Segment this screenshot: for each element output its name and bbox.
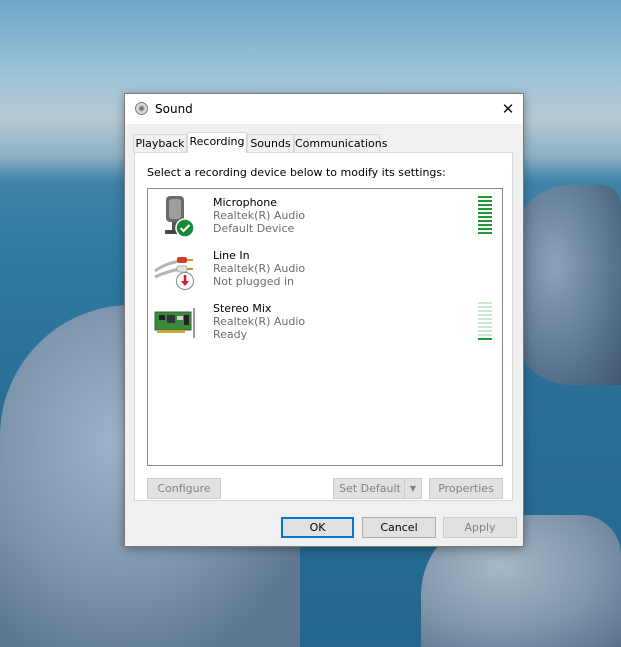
meter-segment	[478, 200, 492, 202]
device-status: Not plugged in	[213, 275, 295, 288]
device-line-in[interactable]: Line In Realtek(R) Audio Not plugged in	[148, 245, 502, 297]
title-bar[interactable]: Sound ✕	[125, 94, 523, 124]
meter-segment	[478, 232, 492, 234]
close-button[interactable]: ✕	[493, 94, 523, 124]
ok-button[interactable]: OK	[281, 517, 354, 538]
device-driver: Realtek(R) Audio	[213, 209, 306, 222]
window-title: Sound	[155, 102, 193, 116]
meter-segment	[478, 318, 492, 320]
tab-communications[interactable]: Communications	[294, 134, 387, 152]
meter-segment	[478, 306, 492, 308]
device-driver: Realtek(R) Audio	[213, 315, 306, 328]
sound-dialog: Sound ✕ Playback Recording Sounds Commun…	[124, 93, 524, 547]
configure-button[interactable]: Configure	[147, 478, 221, 499]
apply-button[interactable]: Apply	[443, 517, 517, 538]
tab-sounds[interactable]: Sounds	[247, 134, 294, 152]
meter-segment	[478, 224, 492, 226]
meter-segment	[478, 314, 492, 316]
meter-segment	[478, 338, 492, 340]
device-name: Line In	[213, 249, 250, 262]
chevron-down-icon[interactable]: ▼	[404, 479, 421, 498]
meter-segment	[478, 196, 492, 198]
meter-segment	[478, 228, 492, 230]
meter-segment	[478, 302, 492, 304]
device-name: Stereo Mix	[213, 302, 272, 315]
tab-recording[interactable]: Recording	[187, 132, 247, 153]
meter-segment	[478, 326, 492, 328]
line-in-cable-icon	[154, 257, 194, 290]
instruction-text: Select a recording device below to modif…	[147, 166, 446, 179]
meter-segment	[478, 204, 492, 206]
sound-card-icon	[154, 308, 195, 338]
meter-segment	[478, 334, 492, 336]
device-list[interactable]: Microphone Realtek(R) Audio Default Devi…	[147, 188, 503, 466]
set-default-button[interactable]: Set Default ▼	[333, 478, 422, 499]
meter-segment	[478, 212, 492, 214]
device-name: Microphone	[213, 196, 278, 209]
check-badge-icon	[175, 218, 195, 238]
level-meter	[478, 196, 492, 236]
meter-segment	[478, 216, 492, 218]
close-icon: ✕	[501, 100, 515, 118]
properties-button[interactable]: Properties	[429, 478, 503, 499]
device-driver: Realtek(R) Audio	[213, 262, 306, 275]
unplugged-badge-icon	[176, 272, 194, 290]
meter-segment	[478, 310, 492, 312]
microphone-icon	[165, 196, 195, 238]
device-microphone[interactable]: Microphone Realtek(R) Audio Default Devi…	[148, 192, 502, 244]
meter-segment	[478, 220, 492, 222]
speaker-icon	[135, 102, 148, 115]
tab-playback[interactable]: Playback	[133, 134, 187, 152]
meter-segment	[478, 322, 492, 324]
recording-panel: Select a recording device below to modif…	[134, 152, 513, 501]
device-status: Default Device	[213, 222, 295, 235]
device-stereo-mix[interactable]: Stereo Mix Realtek(R) Audio Ready	[148, 298, 502, 350]
cancel-button[interactable]: Cancel	[362, 517, 436, 538]
device-status: Ready	[213, 328, 248, 341]
level-meter	[478, 302, 492, 342]
meter-segment	[478, 330, 492, 332]
meter-segment	[478, 208, 492, 210]
set-default-label: Set Default	[339, 482, 401, 495]
background-rock-right	[511, 185, 621, 385]
